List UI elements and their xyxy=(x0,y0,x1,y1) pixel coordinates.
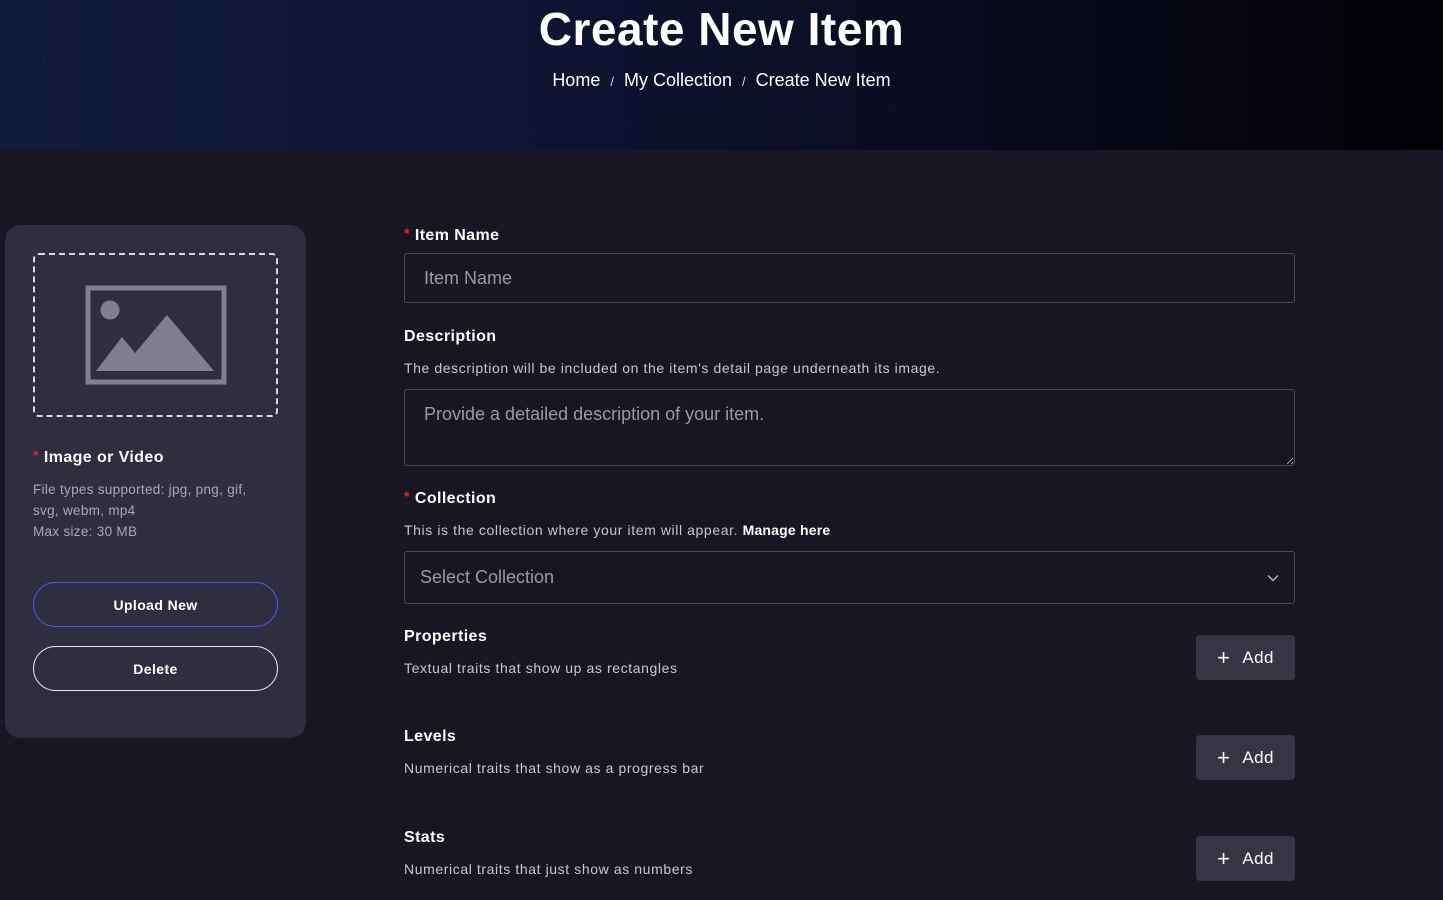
add-property-label: Add xyxy=(1242,647,1274,667)
add-stat-button[interactable]: + Add xyxy=(1196,836,1295,881)
breadcrumb: Home / My Collection / Create New Item xyxy=(0,70,1443,91)
chevron-down-icon xyxy=(1267,574,1279,581)
page-title: Create New Item xyxy=(538,3,905,55)
item-name-label: * Item Name xyxy=(404,225,500,245)
manage-here-link[interactable]: Manage here xyxy=(743,522,831,538)
plus-icon: + xyxy=(1217,845,1231,871)
add-property-button[interactable]: + Add xyxy=(1196,635,1295,680)
levels-label: Levels xyxy=(404,728,457,745)
add-level-button[interactable]: + Add xyxy=(1196,735,1295,780)
description-help: The description will be included on the … xyxy=(404,360,941,376)
description-textarea[interactable] xyxy=(404,389,1295,466)
item-name-input[interactable] xyxy=(404,253,1295,303)
stats-help: Numerical traits that just show as numbe… xyxy=(404,861,693,877)
supported-types-text: File types supported: jpg, png, gif, svg… xyxy=(33,482,247,518)
collection-label-text: Collection xyxy=(414,490,497,507)
media-dropzone[interactable] xyxy=(33,253,278,417)
collection-select[interactable]: Select Collection xyxy=(404,551,1295,604)
media-label-text: Image or Video xyxy=(43,449,164,466)
description-label: Description xyxy=(404,328,497,345)
plus-icon: + xyxy=(1217,644,1231,670)
breadcrumb-separator: / xyxy=(742,74,746,89)
max-size-text: Max size: 30 MB xyxy=(33,524,138,539)
plus-icon: + xyxy=(1217,744,1231,770)
required-asterisk: * xyxy=(404,488,410,504)
breadcrumb-my-collection[interactable]: My Collection xyxy=(624,70,732,90)
media-label: * Image or Video xyxy=(33,447,164,467)
breadcrumb-separator: / xyxy=(610,74,614,89)
stats-label: Stats xyxy=(404,829,446,846)
breadcrumb-home[interactable]: Home xyxy=(552,70,600,90)
collection-help: This is the collection where your item w… xyxy=(404,522,830,538)
collection-help-text: This is the collection where your item w… xyxy=(404,522,739,538)
add-stat-label: Add xyxy=(1242,848,1274,868)
upload-new-button[interactable]: Upload New xyxy=(33,582,278,627)
add-level-label: Add xyxy=(1242,747,1274,767)
collection-select-value: Select Collection xyxy=(420,567,555,587)
required-asterisk: * xyxy=(33,447,39,463)
properties-label: Properties xyxy=(404,628,488,645)
image-placeholder-icon xyxy=(85,285,226,385)
properties-help: Textual traits that show up as rectangle… xyxy=(404,660,678,676)
breadcrumb-current: Create New Item xyxy=(755,70,891,90)
media-help-text: File types supported: jpg, png, gif, svg… xyxy=(33,479,273,542)
collection-label: * Collection xyxy=(404,488,497,508)
delete-button[interactable]: Delete xyxy=(33,646,278,691)
page-header: Create New Item Home / My Collection / Creat… xyxy=(0,0,1443,150)
media-upload-card: * Image or Video File types supported: jp… xyxy=(5,225,306,738)
levels-help: Numerical traits that show as a progress… xyxy=(404,760,705,776)
item-name-label-text: Item Name xyxy=(414,227,500,244)
required-asterisk: * xyxy=(404,225,410,241)
